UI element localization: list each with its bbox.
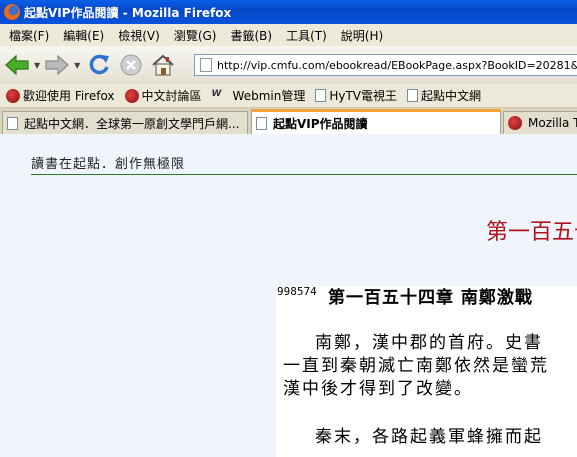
menu-view[interactable]: 檢視(V) bbox=[111, 27, 167, 44]
paragraph-line: 一直到秦朝滅亡南鄭依然是蠻荒 bbox=[283, 356, 549, 376]
tab-label: 起點中文網．全球第一原創文學門戶網... bbox=[24, 116, 240, 131]
page-content: 讀書在起點．創作無極限 第一百五十四章 998574 第一百五十四章 南鄭激戰 … bbox=[0, 134, 577, 457]
title-bar: 起點VIP作品閱讀 - Mozilla Firefox bbox=[0, 0, 577, 24]
back-button[interactable] bbox=[2, 50, 32, 80]
home-icon bbox=[152, 54, 174, 76]
menu-edit[interactable]: 編輯(E) bbox=[56, 27, 111, 44]
tab-vip-reading[interactable]: 起點VIP作品閱讀 bbox=[251, 109, 501, 134]
chapter-id: 998574 bbox=[277, 285, 317, 298]
paragraph-line: 南鄭，漢中郡的首府。史書 bbox=[315, 333, 543, 353]
bookmark-qidian[interactable]: 起點中文網 bbox=[407, 87, 481, 104]
bookmark-label: 中文討論區 bbox=[141, 89, 202, 103]
paragraph-line: 秦末，各路起義軍蜂擁而起 bbox=[315, 427, 543, 447]
navigation-toolbar: ▼ ▼ http://vip.cmfu.com/ebookread/EBookP… bbox=[0, 46, 577, 84]
forward-button[interactable] bbox=[42, 50, 72, 80]
tab-mozilla-taiwan[interactable]: Mozilla Taiwan bbox=[503, 111, 577, 134]
page-icon bbox=[407, 89, 419, 102]
page-icon bbox=[200, 58, 212, 72]
bookmark-label: HyTV電視王 bbox=[329, 89, 398, 103]
bookmark-hytv[interactable]: HyTV電視王 bbox=[315, 87, 397, 104]
tab-qidian-home[interactable]: 起點中文網．全球第一原創文學門戶網... bbox=[2, 111, 248, 134]
tab-strip: 起點中文網．全球第一原創文學門戶網... 起點VIP作品閱讀 Mozilla T… bbox=[0, 108, 577, 134]
bookmark-label: 起點中文網 bbox=[421, 89, 482, 103]
reload-button[interactable] bbox=[84, 50, 114, 80]
webmin-icon: W bbox=[211, 88, 222, 99]
stop-button[interactable] bbox=[116, 50, 146, 80]
site-slogan: 讀書在起點．創作無極限 bbox=[31, 157, 186, 172]
menu-help[interactable]: 說明(H) bbox=[334, 27, 390, 44]
bookmarks-toolbar: 歡迎使用 Firefox 中文討論區 W Webmin管理 HyTV電視王 起點… bbox=[0, 84, 577, 108]
page-icon bbox=[7, 116, 18, 130]
menu-tools[interactable]: 工具(T) bbox=[279, 27, 334, 44]
forward-history-dropdown-icon[interactable]: ▼ bbox=[74, 61, 80, 70]
bookmark-webmin[interactable]: W Webmin管理 bbox=[212, 87, 306, 104]
chapter-heading: 第一百五十四章 bbox=[486, 220, 577, 245]
chapter-title: 第一百五十四章 南鄭激戰 bbox=[328, 288, 533, 308]
page-icon bbox=[256, 116, 267, 130]
address-bar[interactable]: http://vip.cmfu.com/ebookread/EBookPage.… bbox=[194, 54, 577, 76]
menu-file[interactable]: 檔案(F) bbox=[2, 27, 56, 44]
home-button[interactable] bbox=[148, 50, 178, 80]
firefox-logo-icon bbox=[4, 4, 20, 20]
tab-label: Mozilla Taiwan bbox=[528, 116, 577, 130]
bookmark-welcome-firefox[interactable]: 歡迎使用 Firefox bbox=[6, 87, 115, 104]
menu-bar: 檔案(F) 編輯(E) 檢視(V) 瀏覽(G) 書籤(B) 工具(T) 說明(H… bbox=[0, 24, 577, 46]
mozilla-icon bbox=[508, 116, 522, 130]
reload-icon bbox=[89, 54, 110, 75]
bookmark-label: 歡迎使用 Firefox bbox=[23, 89, 115, 103]
url-text[interactable]: http://vip.cmfu.com/ebookread/EBookPage.… bbox=[217, 59, 577, 72]
page-icon bbox=[315, 89, 327, 102]
bookmark-chinese-forum[interactable]: 中文討論區 bbox=[124, 87, 202, 104]
back-history-dropdown-icon[interactable]: ▼ bbox=[34, 61, 40, 70]
menu-go[interactable]: 瀏覽(G) bbox=[167, 27, 224, 44]
stop-icon bbox=[120, 54, 142, 76]
header-divider bbox=[31, 174, 577, 175]
bookmark-label: Webmin管理 bbox=[232, 89, 306, 103]
paragraph-line: 漢中後才得到了改變。 bbox=[283, 379, 473, 399]
bookmark-icon bbox=[6, 88, 20, 103]
bookmark-icon bbox=[124, 88, 139, 103]
back-arrow-icon bbox=[5, 54, 29, 76]
tab-label: 起點VIP作品閱讀 bbox=[273, 116, 368, 131]
window-title: 起點VIP作品閱讀 - Mozilla Firefox bbox=[24, 5, 232, 20]
menu-bookmarks[interactable]: 書籤(B) bbox=[223, 27, 279, 44]
forward-arrow-icon bbox=[45, 54, 70, 76]
